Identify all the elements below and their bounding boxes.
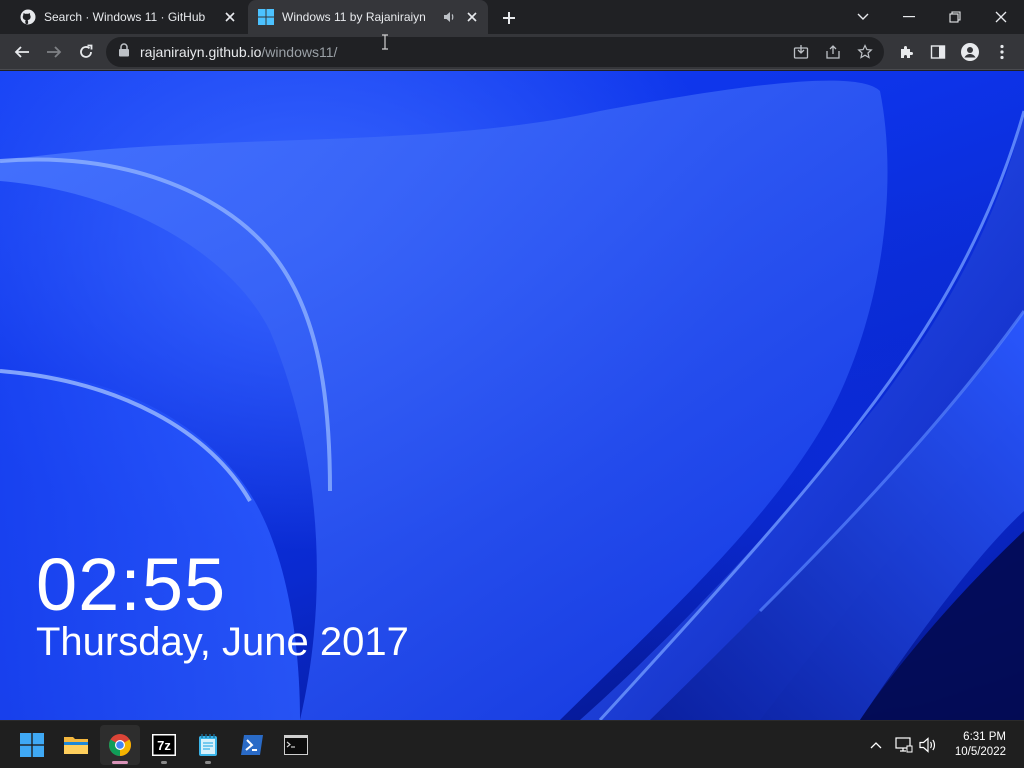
speaker-icon[interactable] xyxy=(442,10,456,24)
text-cursor-icon xyxy=(380,34,390,50)
install-app-icon[interactable] xyxy=(790,41,812,63)
tab-github-search[interactable]: Search · Windows 11 · GitHub xyxy=(8,0,246,34)
chrome-icon xyxy=(109,734,131,756)
lock-screen-date: Thursday, June 2017 xyxy=(36,620,409,664)
7zip-icon: 7z xyxy=(152,734,176,756)
windows-logo-icon xyxy=(20,733,44,757)
7zip-button[interactable]: 7z xyxy=(144,725,184,765)
browser-toolbar: rajaniraiyn.github.io/windows11/ xyxy=(0,34,1024,70)
extensions-icon[interactable] xyxy=(892,38,920,66)
profile-avatar-icon[interactable] xyxy=(956,38,984,66)
close-tab-icon[interactable] xyxy=(222,9,238,25)
lock-icon[interactable] xyxy=(118,42,130,62)
volume-icon[interactable] xyxy=(918,735,938,755)
restore-button[interactable] xyxy=(932,0,978,34)
lock-screen[interactable]: 02:55 Thursday, June 2017 xyxy=(0,71,1024,720)
running-indicator xyxy=(161,761,167,764)
url-text: rajaniraiyn.github.io/windows11/ xyxy=(140,44,337,60)
chrome-button[interactable] xyxy=(100,725,140,765)
close-window-button[interactable] xyxy=(978,0,1024,34)
minimize-button[interactable] xyxy=(886,0,932,34)
notepad-button[interactable] xyxy=(188,725,228,765)
running-indicator xyxy=(112,761,128,764)
taskbar-clock[interactable]: 6:31 PM 10/5/2022 xyxy=(955,730,1006,760)
bookmark-star-icon[interactable] xyxy=(854,41,876,63)
start-button[interactable] xyxy=(12,725,52,765)
browser-window: Search · Windows 11 · GitHub Windows 11 … xyxy=(0,0,1024,720)
github-icon xyxy=(20,9,36,25)
powershell-button[interactable] xyxy=(232,725,272,765)
terminal-button[interactable] xyxy=(276,725,316,765)
address-bar[interactable]: rajaniraiyn.github.io/windows11/ xyxy=(106,37,884,67)
file-explorer-button[interactable] xyxy=(56,725,96,765)
menu-kebab-icon[interactable] xyxy=(988,38,1016,66)
reload-button[interactable] xyxy=(72,38,100,66)
back-button[interactable] xyxy=(8,38,36,66)
close-tab-icon[interactable] xyxy=(464,9,480,25)
tab-title: Search · Windows 11 · GitHub xyxy=(44,10,206,24)
new-tab-button[interactable] xyxy=(498,7,520,29)
forward-button[interactable] xyxy=(40,38,68,66)
tab-windows11[interactable]: Windows 11 by Rajaniraiyn xyxy=(248,0,488,34)
powershell-icon xyxy=(241,735,263,755)
notepad-icon xyxy=(199,734,217,756)
windows-logo-icon xyxy=(258,9,274,25)
url-host: rajaniraiyn.github.io xyxy=(140,44,262,60)
folder-icon xyxy=(64,737,88,754)
network-icon[interactable] xyxy=(894,735,914,755)
lock-screen-time: 02:55 xyxy=(36,543,227,626)
running-indicator xyxy=(205,761,211,764)
share-icon[interactable] xyxy=(822,41,844,63)
tab-strip: Search · Windows 11 · GitHub Windows 11 … xyxy=(0,0,1024,34)
taskbar: 7z 6:31 PM 10/5/2022 xyxy=(0,720,1024,768)
terminal-icon xyxy=(284,735,308,755)
show-hidden-icons-chevron-icon[interactable] xyxy=(866,735,886,755)
tab-search-chevron-icon[interactable] xyxy=(840,0,886,34)
taskbar-time: 6:31 PM xyxy=(963,731,1006,743)
tab-title: Windows 11 by Rajaniraiyn xyxy=(282,10,426,24)
svg-text:7z: 7z xyxy=(157,738,171,753)
url-path: /windows11/ xyxy=(261,44,338,60)
taskbar-date: 10/5/2022 xyxy=(954,746,1006,758)
side-panel-icon[interactable] xyxy=(924,38,952,66)
